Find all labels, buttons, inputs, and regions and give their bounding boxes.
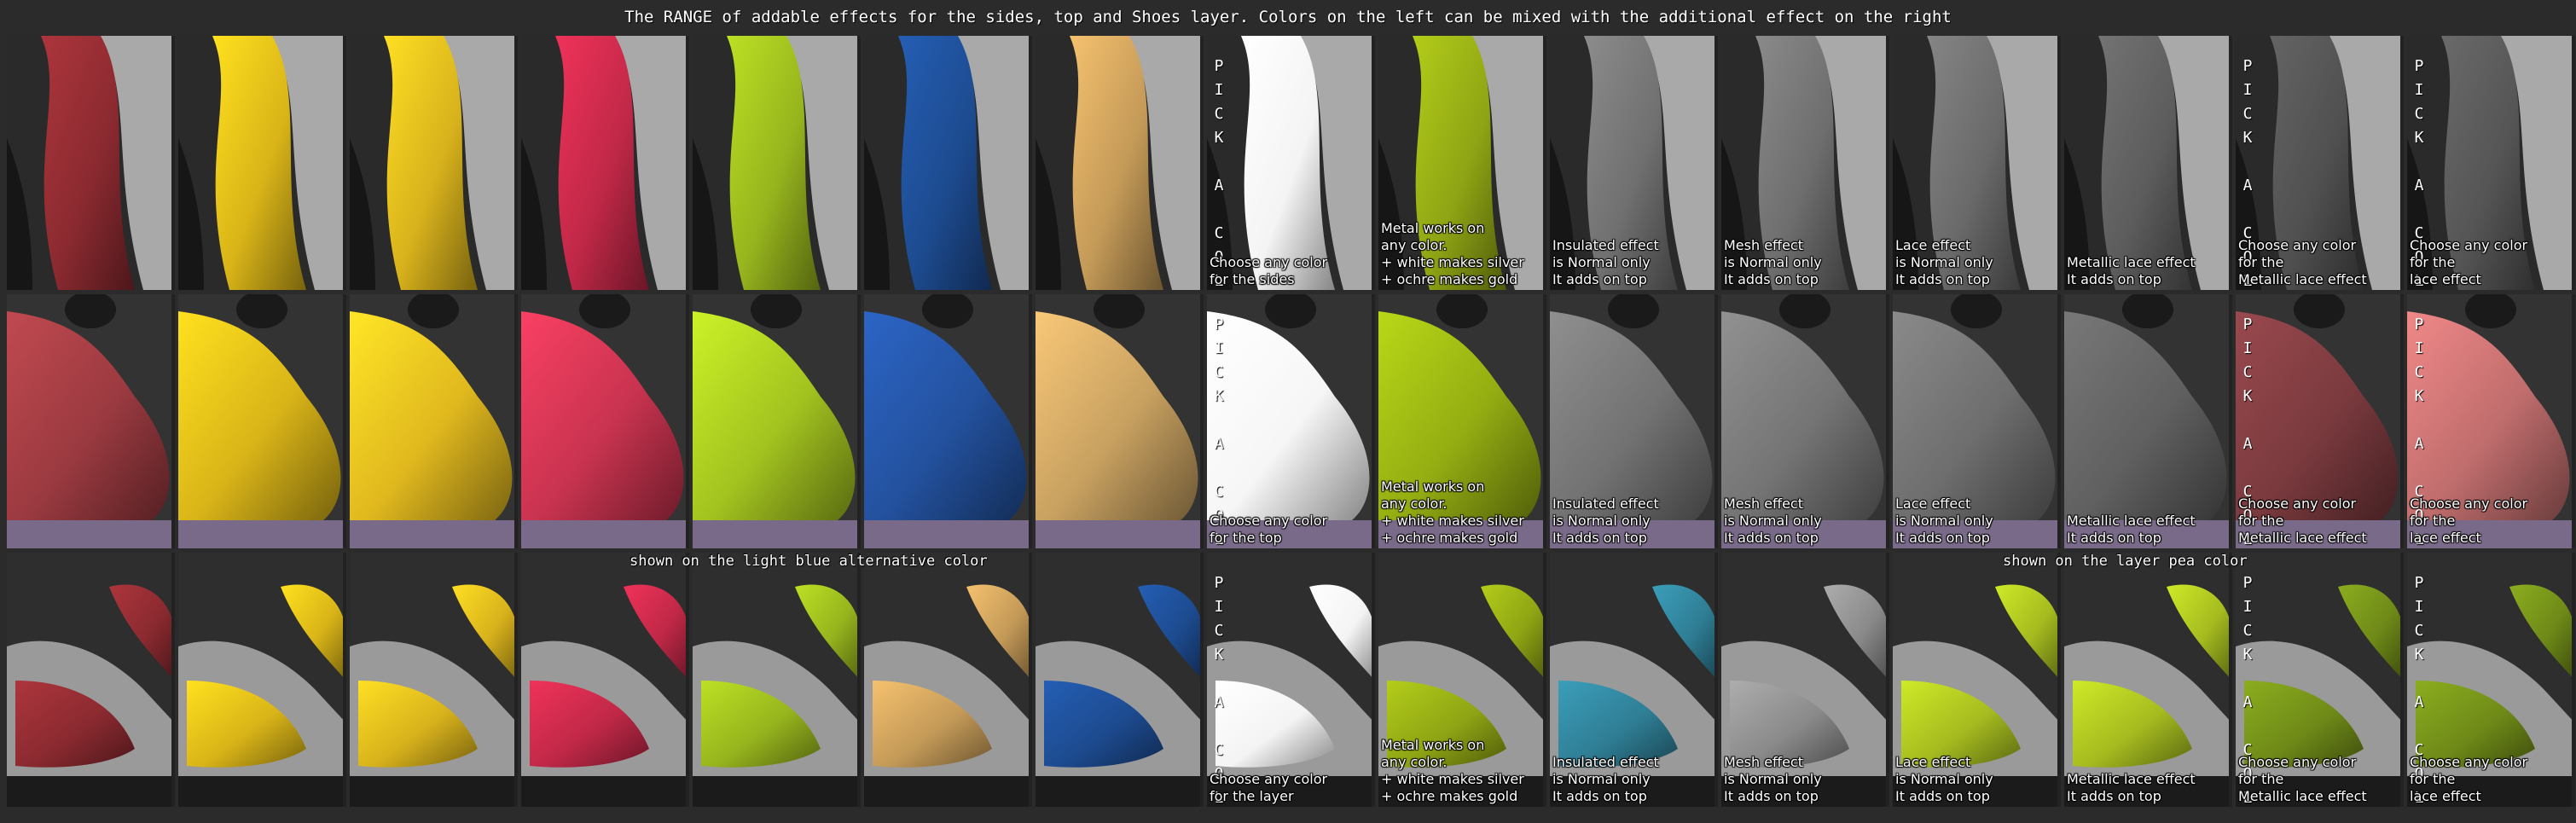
swatch-caption: Insulated effect is Normal only It adds …	[1552, 496, 1659, 546]
swatch-caption: Choose any color for the lace effect	[2410, 237, 2528, 287]
swatch-top-lace-pick: P I C K A C O L O RChoose any color for …	[2407, 294, 2575, 548]
swatch-render	[693, 553, 857, 807]
swatch-top-lace: Lace effect is Normal only It adds on to…	[1893, 294, 2061, 548]
swatch-render	[693, 36, 857, 290]
swatch-caption: Choose any color for the Metallic lace e…	[2238, 496, 2367, 546]
swatch-top-yellow	[350, 294, 518, 548]
swatch-caption: Choose any color for the lace effect	[2410, 754, 2528, 804]
swatch-shoes-green	[693, 553, 861, 807]
swatch-render	[178, 294, 343, 548]
swatch-top-red	[521, 294, 689, 548]
swatch-top-blue	[864, 294, 1032, 548]
swatch-shoes-red	[521, 553, 689, 807]
swatch-top-green	[693, 294, 861, 548]
swatch-shoes-ochre	[864, 553, 1032, 807]
swatch-render	[1036, 36, 1200, 290]
swatch-render	[350, 36, 514, 290]
swatch-shoes-red-lace	[7, 553, 175, 807]
swatch-shoes-lace-pick: P I C K A C O L O RChoose any color for …	[2407, 553, 2575, 807]
swatch-caption: Choose any color for the Metallic lace e…	[2238, 754, 2367, 804]
swatch-sides-red	[521, 36, 689, 290]
swatch-caption: Insulated effect is Normal only It adds …	[1552, 754, 1659, 804]
swatch-render	[521, 294, 686, 548]
swatch-shoes-metallic-lace: Metallic lace effect It adds on top	[2064, 553, 2232, 807]
swatch-render	[178, 36, 343, 290]
swatch-caption: Insulated effect is Normal only It adds …	[1552, 237, 1659, 287]
swatch-caption: Metallic lace effect It adds on top	[2067, 771, 2196, 804]
swatch-render	[350, 553, 514, 807]
swatch-sides-insulated: Insulated effect is Normal only It adds …	[1550, 36, 1718, 290]
swatch-caption: Choose any color for the Metallic lace e…	[2238, 237, 2367, 287]
swatch-render	[1207, 36, 1372, 290]
swatch-render	[2064, 294, 2229, 548]
swatch-caption: Mesh effect is Normal only It adds on to…	[1724, 754, 1822, 804]
swatch-caption: Choose any color for the layer	[1210, 771, 1328, 804]
swatch-top-metal: Metal works on any color. + white makes …	[1378, 294, 1546, 548]
swatch-caption: Mesh effect is Normal only It adds on to…	[1724, 237, 1822, 287]
swatch-render	[1207, 294, 1372, 548]
swatch-caption: Lace effect is Normal only It adds on to…	[1895, 754, 1993, 804]
swatch-caption: Metallic lace effect It adds on top	[2067, 254, 2196, 287]
swatch-caption: Metal works on any color. + white makes …	[1381, 478, 1524, 546]
shoes-note-right: shown on the layer pea color	[2003, 553, 2248, 570]
swatch-sides-metal: Metal works on any color. + white makes …	[1378, 36, 1546, 290]
swatch-caption: Choose any color for the lace effect	[2410, 496, 2528, 546]
swatch-render	[693, 294, 857, 548]
swatch-sides-ochre	[1036, 36, 1204, 290]
swatch-render	[1207, 553, 1372, 807]
swatch-render	[2064, 553, 2229, 807]
swatch-sides-blue	[864, 36, 1032, 290]
swatch-sides-yellow	[350, 36, 518, 290]
swatch-sides-red-lace	[7, 36, 175, 290]
swatch-shoes-blue	[1036, 553, 1204, 807]
swatch-sides-metallic-lace-pick: P I C K A C O L O RChoose any color for …	[2236, 36, 2404, 290]
swatch-top-mesh: Mesh effect is Normal only It adds on to…	[1721, 294, 1889, 548]
swatch-shoes-yellow-stripes	[178, 553, 346, 807]
swatch-render	[1036, 294, 1200, 548]
swatch-render	[864, 36, 1029, 290]
swatch-render	[2064, 36, 2229, 290]
swatch-shoes-metal: Metal works on any color. + white makes …	[1378, 553, 1546, 807]
swatch-render	[1036, 553, 1200, 807]
swatch-sides-mesh: Mesh effect is Normal only It adds on to…	[1721, 36, 1889, 290]
swatch-render	[521, 553, 686, 807]
swatch-top-yellow-stripes	[178, 294, 346, 548]
swatch-sides-yellow-stripes	[178, 36, 346, 290]
page-title: The RANGE of addable effects for the sid…	[624, 8, 1952, 26]
swatch-top-insulated: Insulated effect is Normal only It adds …	[1550, 294, 1718, 548]
swatch-shoes-lace: Lace effect is Normal only It adds on to…	[1893, 553, 2061, 807]
swatch-caption: Metal works on any color. + white makes …	[1381, 220, 1524, 287]
swatch-shoes-mesh: Mesh effect is Normal only It adds on to…	[1721, 553, 1889, 807]
swatch-shoes-yellow	[350, 553, 518, 807]
swatch-sides-metallic-lace: Metallic lace effect It adds on top	[2064, 36, 2232, 290]
swatch-shoes-insulated: Insulated effect is Normal only It adds …	[1550, 553, 1718, 807]
swatch-render	[521, 36, 686, 290]
swatch-render	[178, 553, 343, 807]
swatch-render	[864, 294, 1029, 548]
swatch-sides-white-pick: P I C K A C O L O RChoose any color for …	[1207, 36, 1375, 290]
swatch-shoes-white-pick: P I C K A C O L O RChoose any color for …	[1207, 553, 1375, 807]
swatch-top-ochre	[1036, 294, 1204, 548]
swatch-render	[7, 553, 171, 807]
swatch-top-red-lace	[7, 294, 175, 548]
swatch-sides-green	[693, 36, 861, 290]
swatch-caption: Choose any color for the sides	[1210, 254, 1328, 287]
swatch-caption: Mesh effect is Normal only It adds on to…	[1724, 496, 1822, 546]
swatch-render	[864, 553, 1029, 807]
swatch-shoes-metallic-lace-pick: P I C K A C O L O RChoose any color for …	[2236, 553, 2404, 807]
swatch-top-metallic-lace: Metallic lace effect It adds on top	[2064, 294, 2232, 548]
swatch-render	[350, 294, 514, 548]
swatch-caption: Lace effect is Normal only It adds on to…	[1895, 496, 1993, 546]
swatch-top-white-pick: P I C K A C O L O RChoose any color for …	[1207, 294, 1375, 548]
swatch-caption: Choose any color for the top	[1210, 513, 1328, 546]
swatch-caption: Lace effect is Normal only It adds on to…	[1895, 237, 1993, 287]
swatch-caption: Metallic lace effect It adds on top	[2067, 513, 2196, 546]
swatch-sides-lace: Lace effect is Normal only It adds on to…	[1893, 36, 2061, 290]
swatch-render	[7, 294, 171, 548]
shoes-note-left: shown on the light blue alternative colo…	[629, 553, 988, 570]
swatch-caption: Metal works on any color. + white makes …	[1381, 737, 1524, 804]
swatch-top-metallic-lace-pick: P I C K A C O L O RChoose any color for …	[2236, 294, 2404, 548]
swatch-render	[7, 36, 171, 290]
swatch-sides-lace-pick: P I C K A C O L O RChoose any color for …	[2407, 36, 2575, 290]
